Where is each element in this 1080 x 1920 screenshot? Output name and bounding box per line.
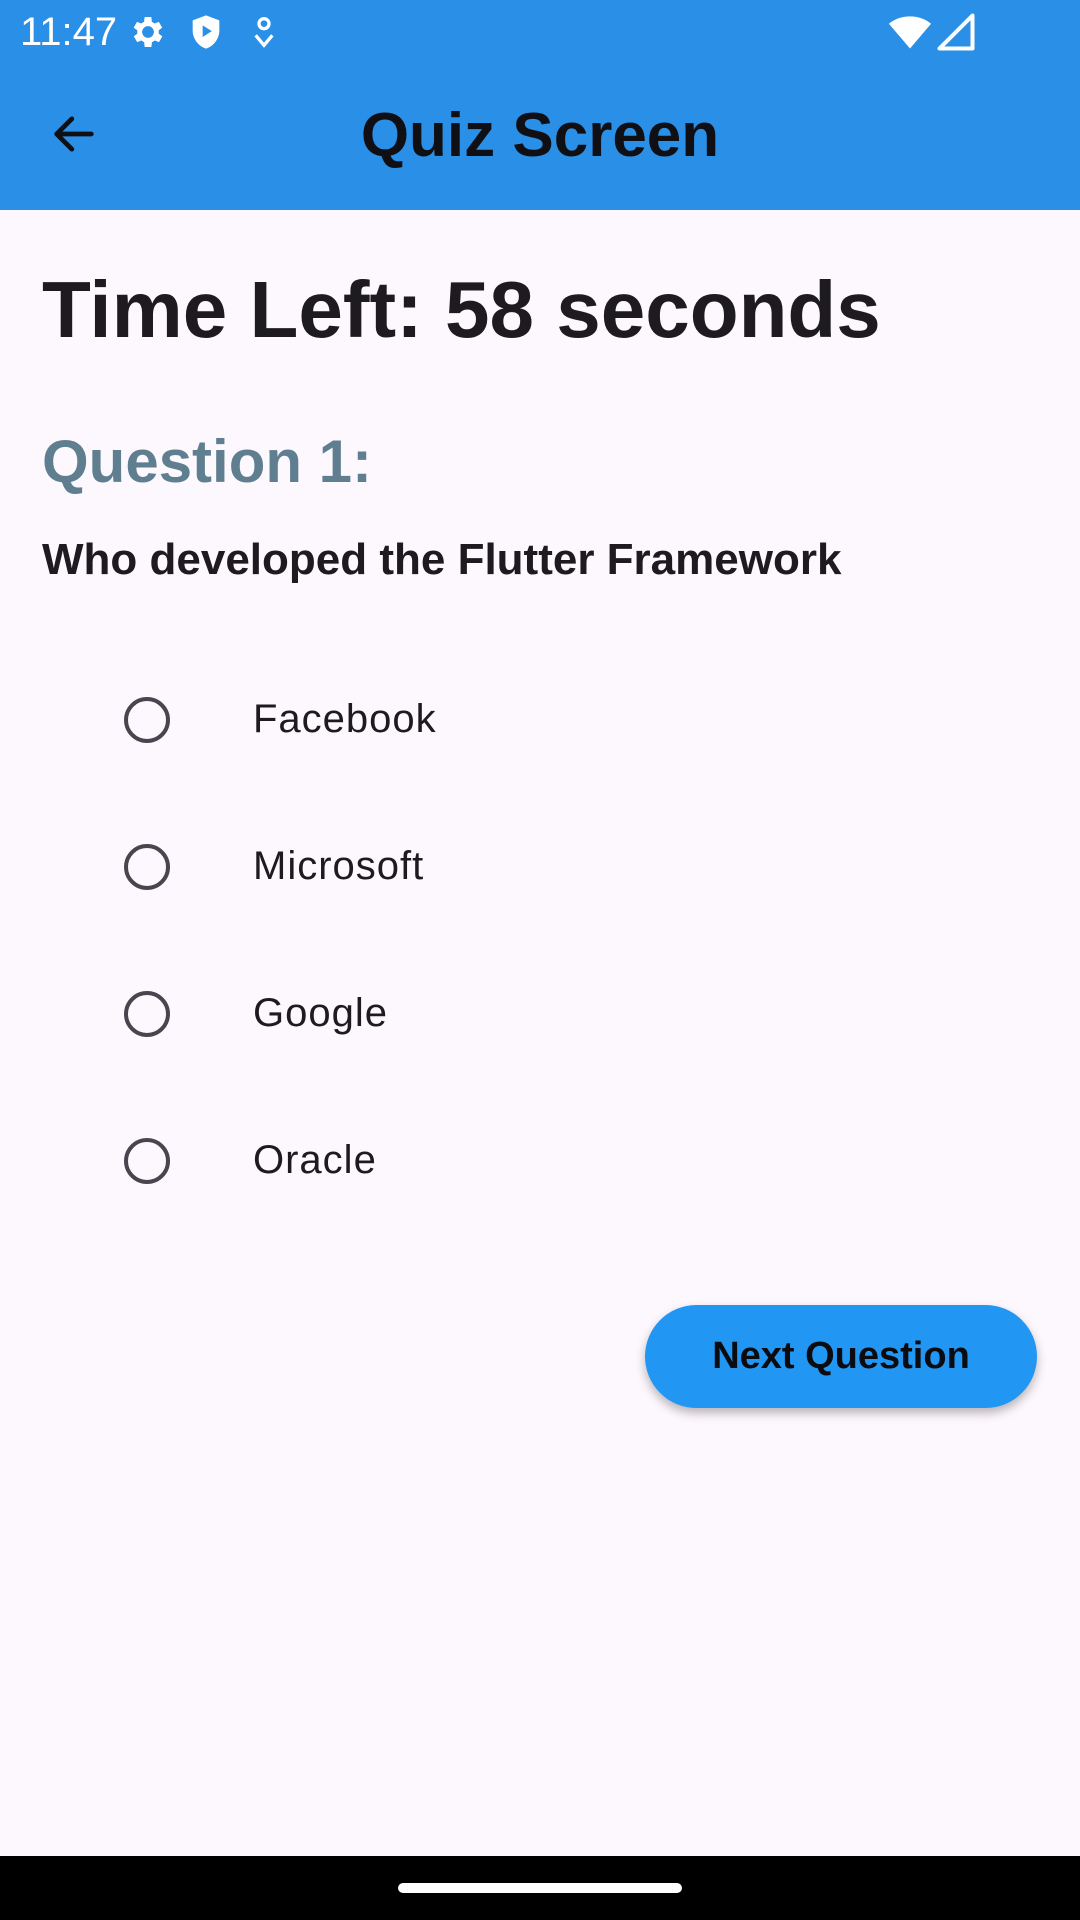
question-text: Who developed the Flutter Framework: [42, 535, 842, 584]
system-navigation-bar: [0, 1856, 1080, 1920]
option-facebook[interactable]: Facebook: [0, 646, 1080, 793]
page-title: Quiz Screen: [360, 101, 720, 170]
shield-play-icon: [186, 12, 226, 52]
radio-button[interactable]: [124, 697, 170, 743]
radio-button[interactable]: [124, 1138, 170, 1184]
status-time: 11:47: [20, 10, 118, 54]
time-left-text: Time Left: 58 seconds: [42, 265, 881, 354]
radio-button[interactable]: [124, 844, 170, 890]
status-bar: 11:47: [0, 0, 1080, 62]
app-bar: 11:47 Quiz Screen: [0, 0, 1080, 210]
option-label: Facebook: [253, 697, 437, 741]
option-microsoft[interactable]: Microsoft: [0, 793, 1080, 940]
option-google[interactable]: Google: [0, 940, 1080, 1087]
next-question-button[interactable]: Next Question: [645, 1305, 1037, 1408]
option-label: Google: [253, 991, 388, 1035]
cell-signal-icon: [934, 10, 978, 54]
home-gesture-pill[interactable]: [398, 1883, 682, 1893]
option-label: Microsoft: [253, 844, 425, 888]
question-number: Question 1:: [42, 428, 373, 495]
toolbar: Quiz Screen: [0, 62, 1080, 210]
option-oracle[interactable]: Oracle: [0, 1087, 1080, 1234]
gear-icon: [128, 12, 168, 52]
option-label: Oracle: [253, 1138, 377, 1182]
location-pin-icon: [244, 12, 284, 52]
wifi-icon: [888, 10, 932, 54]
radio-button[interactable]: [124, 991, 170, 1037]
